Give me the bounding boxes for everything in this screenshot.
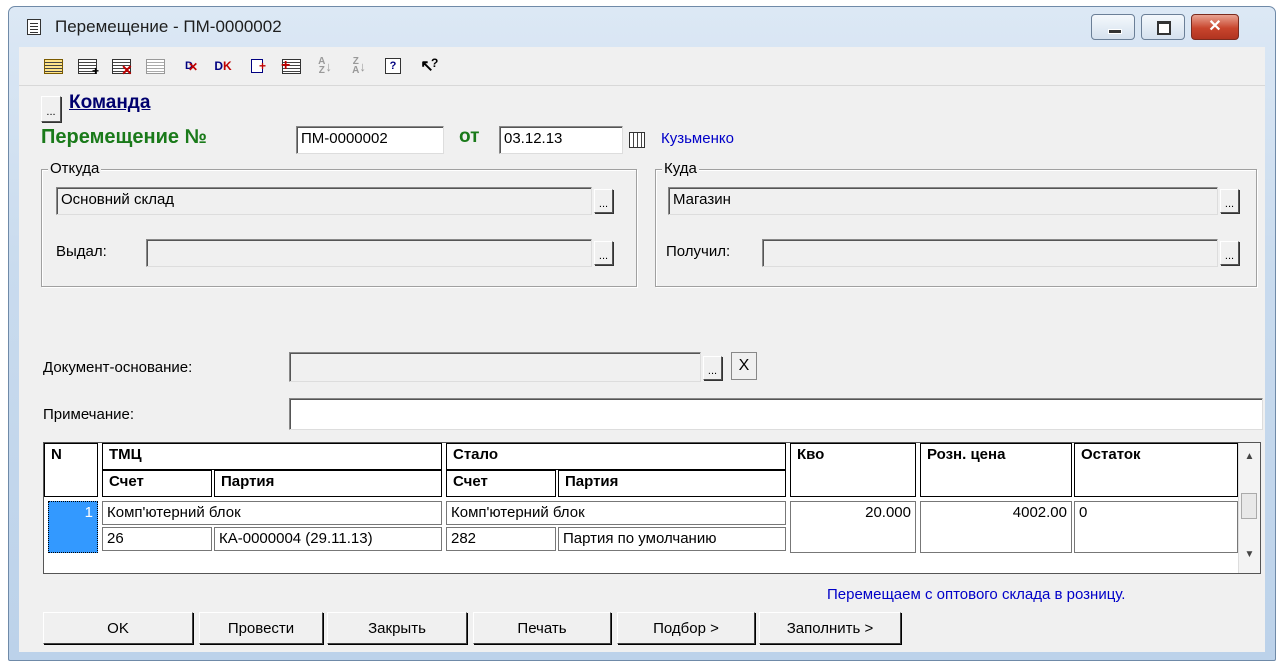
column-header-n[interactable]: N <box>44 443 98 497</box>
column-header-tmc[interactable]: ТМЦ <box>102 443 442 470</box>
window-title: Перемещение - ПМ-0000002 <box>55 17 282 36</box>
toolbar: + ✕ D ✕ DK + + A Z ↓ Z A ↓ ? ↖? <box>19 47 1265 86</box>
close-button[interactable]: Закрыть <box>327 612 467 644</box>
column-header-tmc-account[interactable]: Счет <box>102 470 212 497</box>
print-button[interactable]: Печать <box>473 612 611 644</box>
basis-label: Документ-основание: <box>43 359 193 376</box>
close-window-button[interactable]: ✕ <box>1191 14 1239 40</box>
column-header-tmc-batch[interactable]: Партия <box>214 470 442 497</box>
form-body: ... Команда Перемещение № ПМ-0000002 от … <box>19 86 1265 652</box>
command-link[interactable]: Команда <box>69 92 150 114</box>
to-warehouse-select-button[interactable]: ... <box>1220 189 1239 213</box>
document-window: Перемещение - ПМ-0000002 ✕ + ✕ D ✕ DK + +… <box>8 6 1276 661</box>
add-row-icon[interactable]: + <box>75 55 99 77</box>
scroll-thumb[interactable] <box>1241 493 1257 519</box>
from-warehouse-field[interactable]: Основний склад <box>56 187 592 215</box>
delete-document-icon[interactable]: D ✕ <box>177 55 201 77</box>
insert-icon[interactable]: + <box>245 55 269 77</box>
help-icon[interactable]: ? <box>381 55 405 77</box>
sort-ascending-icon: A Z ↓ <box>318 56 332 76</box>
maximize-icon <box>1157 21 1171 35</box>
basis-select-button[interactable]: ... <box>703 356 722 380</box>
issued-select-button[interactable]: ... <box>594 241 613 265</box>
ok-button[interactable]: OK <box>43 612 193 644</box>
from-group: Откуда Основний склад ... Выдал: ... <box>41 160 637 287</box>
received-select-button[interactable]: ... <box>1220 241 1239 265</box>
title-bar[interactable]: Перемещение - ПМ-0000002 ✕ <box>9 7 1275 45</box>
scroll-up-icon[interactable]: ▲ <box>1239 451 1260 462</box>
tmc-account-cell[interactable]: 26 <box>102 527 212 551</box>
date-field[interactable]: 03.12.13 <box>499 126 623 154</box>
date-label: от <box>459 126 480 147</box>
basis-clear-button[interactable]: X <box>731 352 757 380</box>
select-button[interactable]: Подбор > <box>617 612 755 644</box>
issued-label: Выдал: <box>56 243 107 260</box>
price-cell[interactable]: 4002.00 <box>920 501 1072 553</box>
to-group: Куда Магазин ... Получил: ... <box>655 160 1257 287</box>
stock-cell[interactable]: 0 <box>1074 501 1238 553</box>
column-header-stock[interactable]: Остаток <box>1074 443 1238 497</box>
column-header-qty[interactable]: Кво <box>790 443 916 497</box>
minimize-button[interactable] <box>1091 14 1135 40</box>
post-button[interactable]: Провести <box>199 612 323 644</box>
issued-field[interactable] <box>146 239 592 267</box>
scroll-down-icon[interactable]: ▼ <box>1239 549 1260 560</box>
from-warehouse-select-button[interactable]: ... <box>594 189 613 213</box>
basis-field[interactable] <box>289 352 701 382</box>
received-field[interactable] <box>762 239 1218 267</box>
became-account-cell[interactable]: 282 <box>446 527 556 551</box>
row-number-cell[interactable]: 1 <box>48 501 98 553</box>
items-table[interactable]: N ТМЦ Стало Кво Розн. цена Остаток Счет … <box>43 442 1261 574</box>
document-icon <box>27 19 41 35</box>
mark-delete-icon[interactable]: DK <box>211 55 235 77</box>
qty-cell[interactable]: 20.000 <box>790 501 916 553</box>
delete-row-icon[interactable]: ✕ <box>109 55 133 77</box>
column-header-became[interactable]: Стало <box>446 443 786 470</box>
minimize-icon <box>1108 29 1122 34</box>
from-group-title: Откуда <box>48 160 102 177</box>
tmc-batch-cell[interactable]: КА-0000004 (29.11.13) <box>214 527 442 551</box>
close-icon: ✕ <box>1208 18 1222 35</box>
column-header-became-account[interactable]: Счет <box>446 470 556 497</box>
became-cell[interactable]: Комп'ютерний блок <box>446 501 786 525</box>
select-rows-icon[interactable]: + <box>279 55 303 77</box>
new-row-icon[interactable] <box>41 55 65 77</box>
sort-descending-icon: Z A ↓ <box>352 56 366 76</box>
to-warehouse-field[interactable]: Магазин <box>668 187 1218 215</box>
calendar-icon[interactable] <box>629 132 645 148</box>
column-header-price[interactable]: Розн. цена <box>920 443 1072 497</box>
note-field[interactable] <box>289 398 1263 430</box>
tmc-cell[interactable]: Комп'ютерний блок <box>102 501 442 525</box>
document-label: Перемещение № <box>41 126 207 148</box>
document-number-field[interactable]: ПМ-0000002 <box>296 126 444 154</box>
hint-text: Перемещаем с оптового склада в розницу. <box>827 586 1126 603</box>
fill-button[interactable]: Заполнить > <box>759 612 901 644</box>
author-label: Кузьменко <box>661 130 734 147</box>
maximize-button[interactable] <box>1141 14 1185 40</box>
column-header-became-batch[interactable]: Партия <box>558 470 786 497</box>
command-button[interactable]: ... <box>41 96 61 122</box>
became-batch-cell[interactable]: Партия по умолчанию <box>558 527 786 551</box>
copy-row-icon <box>143 55 167 77</box>
note-label: Примечание: <box>43 406 134 423</box>
table-scrollbar[interactable]: ▲ ▼ <box>1238 443 1260 573</box>
context-help-icon[interactable]: ↖? <box>415 55 439 77</box>
to-group-title: Куда <box>662 160 699 177</box>
received-label: Получил: <box>666 243 731 260</box>
